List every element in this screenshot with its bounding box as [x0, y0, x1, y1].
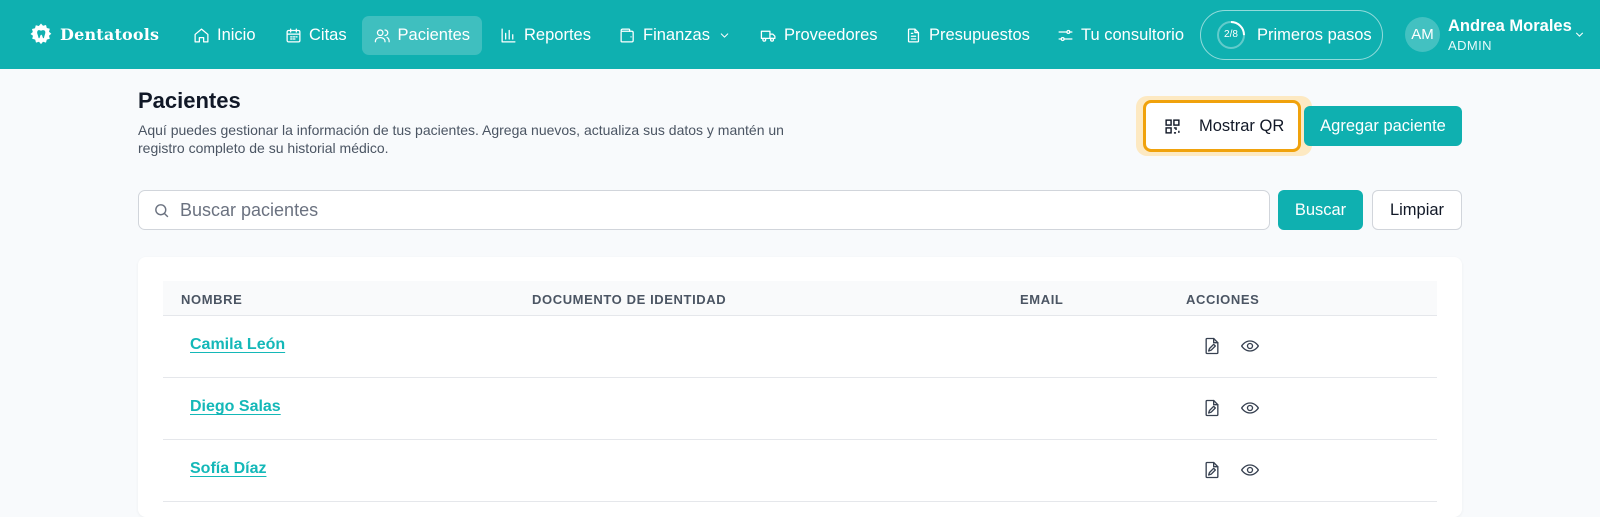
home-icon: [194, 28, 209, 43]
settings-sliders-icon: [1058, 29, 1073, 42]
page-description: Aquí puedes gestionar la información de …: [138, 122, 784, 156]
edit-record-button[interactable]: [1202, 398, 1222, 418]
bar-chart-icon: [501, 28, 516, 43]
nav-item-label: Inicio: [217, 26, 256, 44]
eye-icon: [1241, 340, 1259, 352]
add-patient-button[interactable]: Agregar paciente: [1304, 106, 1462, 146]
avatar[interactable]: AM: [1405, 17, 1440, 52]
eye-icon: [1241, 464, 1259, 476]
column-header-acciones: ACCIONES: [1186, 292, 1260, 307]
nav-item-tu-consultorio[interactable]: Tu consultorio: [1045, 16, 1196, 55]
progress-ring: 2/8: [1216, 20, 1246, 50]
column-header-nombre: NOMBRE: [181, 292, 243, 307]
nav-item-proveedores[interactable]: Proveedores: [748, 16, 890, 55]
tooth-gear-icon: [30, 23, 52, 45]
chevron-down-icon[interactable]: [1573, 28, 1586, 41]
user-role: ADMIN: [1448, 38, 1492, 53]
nav-item-pacientes[interactable]: Pacientes: [362, 16, 482, 55]
search-input[interactable]: [180, 199, 1180, 221]
nav-item-label: Reportes: [524, 26, 591, 44]
nav-item-presupuestos[interactable]: Presupuestos: [893, 16, 1042, 55]
column-header-email: EMAIL: [1020, 292, 1064, 307]
nav-item-label: Finanzas: [643, 26, 710, 44]
table-header: NOMBRE DOCUMENTO DE IDENTIDAD EMAIL ACCI…: [163, 281, 1437, 316]
view-patient-button[interactable]: [1240, 336, 1260, 356]
chevron-down-icon: [720, 33, 729, 38]
page-title: Pacientes: [138, 88, 241, 113]
nav-item-label: Proveedores: [784, 26, 878, 44]
nav-item-finanzas[interactable]: Finanzas: [607, 16, 743, 55]
wallet-icon: [620, 28, 634, 43]
user-name[interactable]: Andrea Morales: [1448, 17, 1572, 36]
table-row: Diego Salas: [163, 378, 1437, 440]
file-edit-icon: [1205, 337, 1219, 355]
file-edit-icon: [1205, 399, 1219, 417]
nav-item-citas[interactable]: Citas: [273, 16, 359, 55]
top-navbar: Dentatools Inicio Citas Pacientes Report…: [0, 0, 1600, 69]
users-icon: [374, 29, 390, 43]
document-icon: [907, 28, 920, 43]
clear-button[interactable]: Limpiar: [1372, 190, 1462, 230]
nav-item-label: Citas: [309, 26, 347, 44]
view-patient-button[interactable]: [1240, 398, 1260, 418]
search-field[interactable]: [138, 190, 1270, 230]
table-row: Sofía Díaz: [163, 440, 1437, 502]
search-button[interactable]: Buscar: [1278, 190, 1363, 230]
show-qr-button[interactable]: Mostrar QR: [1143, 100, 1301, 152]
search-icon: [155, 203, 169, 217]
patient-name-link[interactable]: Sofía Díaz: [190, 460, 266, 478]
table-row: Camila León: [163, 316, 1437, 378]
nav-item-label: Pacientes: [397, 26, 470, 44]
eye-icon: [1241, 402, 1259, 414]
truck-icon: [760, 30, 776, 42]
patient-name-link[interactable]: Diego Salas: [190, 398, 281, 416]
edit-record-button[interactable]: [1202, 336, 1222, 356]
nav-item-label: Presupuestos: [929, 26, 1030, 44]
progress-text: 2/8: [1224, 29, 1238, 40]
qr-code-icon: [1165, 118, 1180, 134]
file-edit-icon: [1205, 461, 1219, 479]
brand-name: Dentatools: [60, 24, 160, 44]
onboarding-button[interactable]: 2/8 Primeros pasos: [1200, 10, 1383, 60]
nav-item-reportes[interactable]: Reportes: [488, 16, 603, 55]
nav-item-inicio[interactable]: Inicio: [181, 16, 268, 55]
view-patient-button[interactable]: [1240, 460, 1260, 480]
column-header-documento: DOCUMENTO DE IDENTIDAD: [532, 292, 727, 307]
show-qr-label: Mostrar QR: [1199, 116, 1285, 135]
edit-record-button[interactable]: [1202, 460, 1222, 480]
calendar-icon: [286, 28, 301, 43]
patient-name-link[interactable]: Camila León: [190, 336, 285, 354]
onboarding-label: Primeros pasos: [1257, 25, 1372, 44]
brand-logo[interactable]: Dentatools: [29, 22, 159, 46]
nav-item-label: Tu consultorio: [1081, 26, 1185, 44]
